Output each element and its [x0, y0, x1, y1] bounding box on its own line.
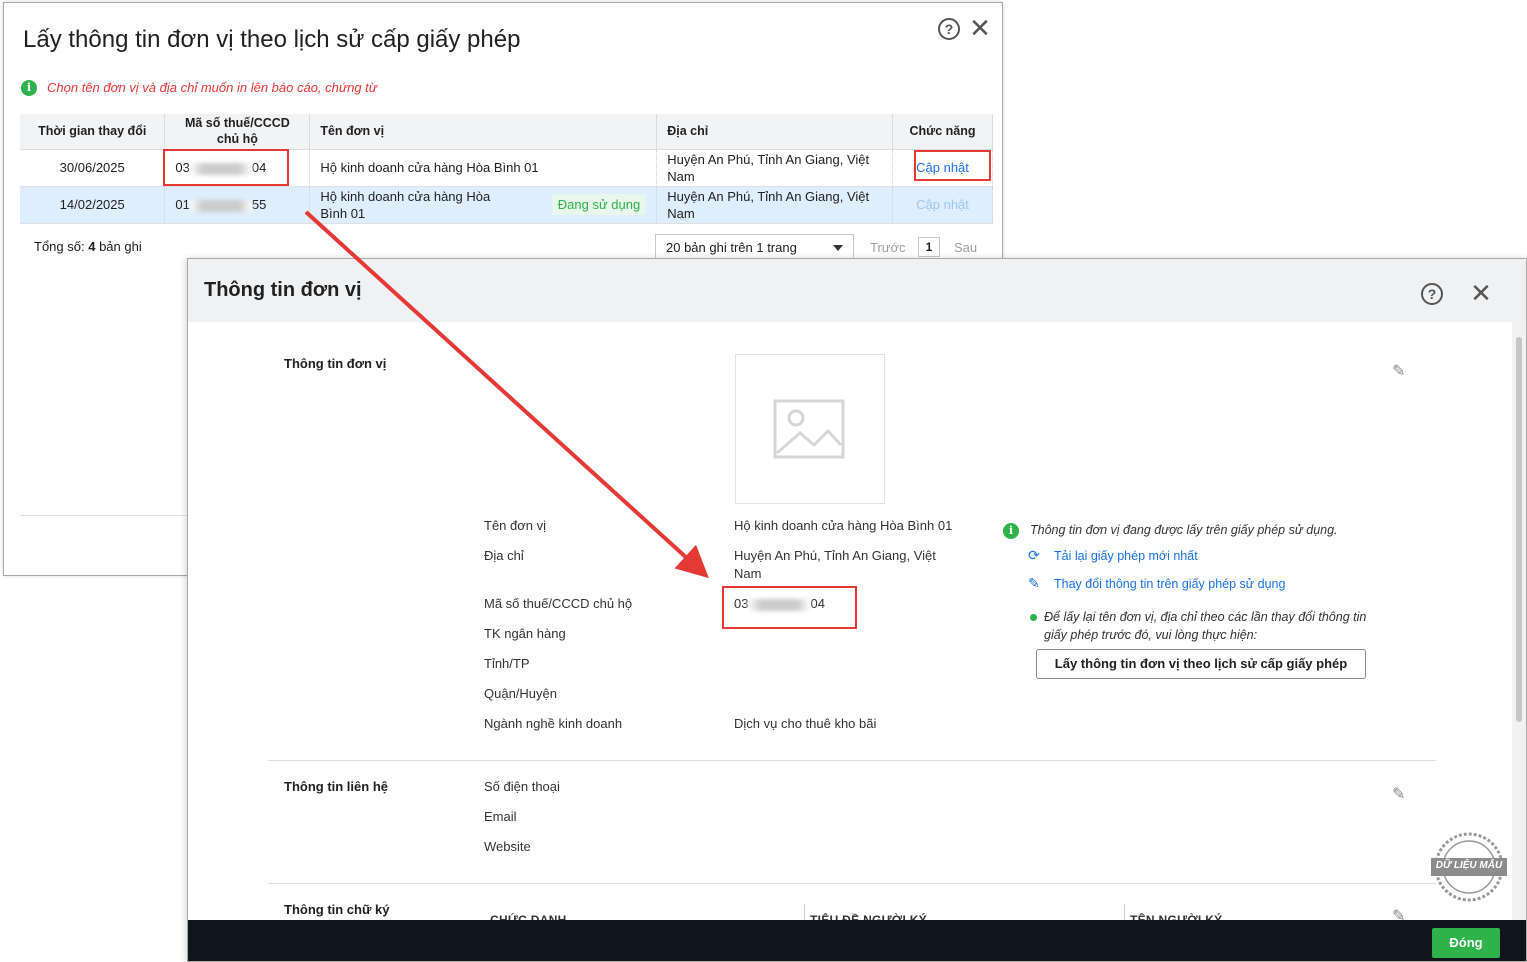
- annotation-arrow: [304, 210, 709, 579]
